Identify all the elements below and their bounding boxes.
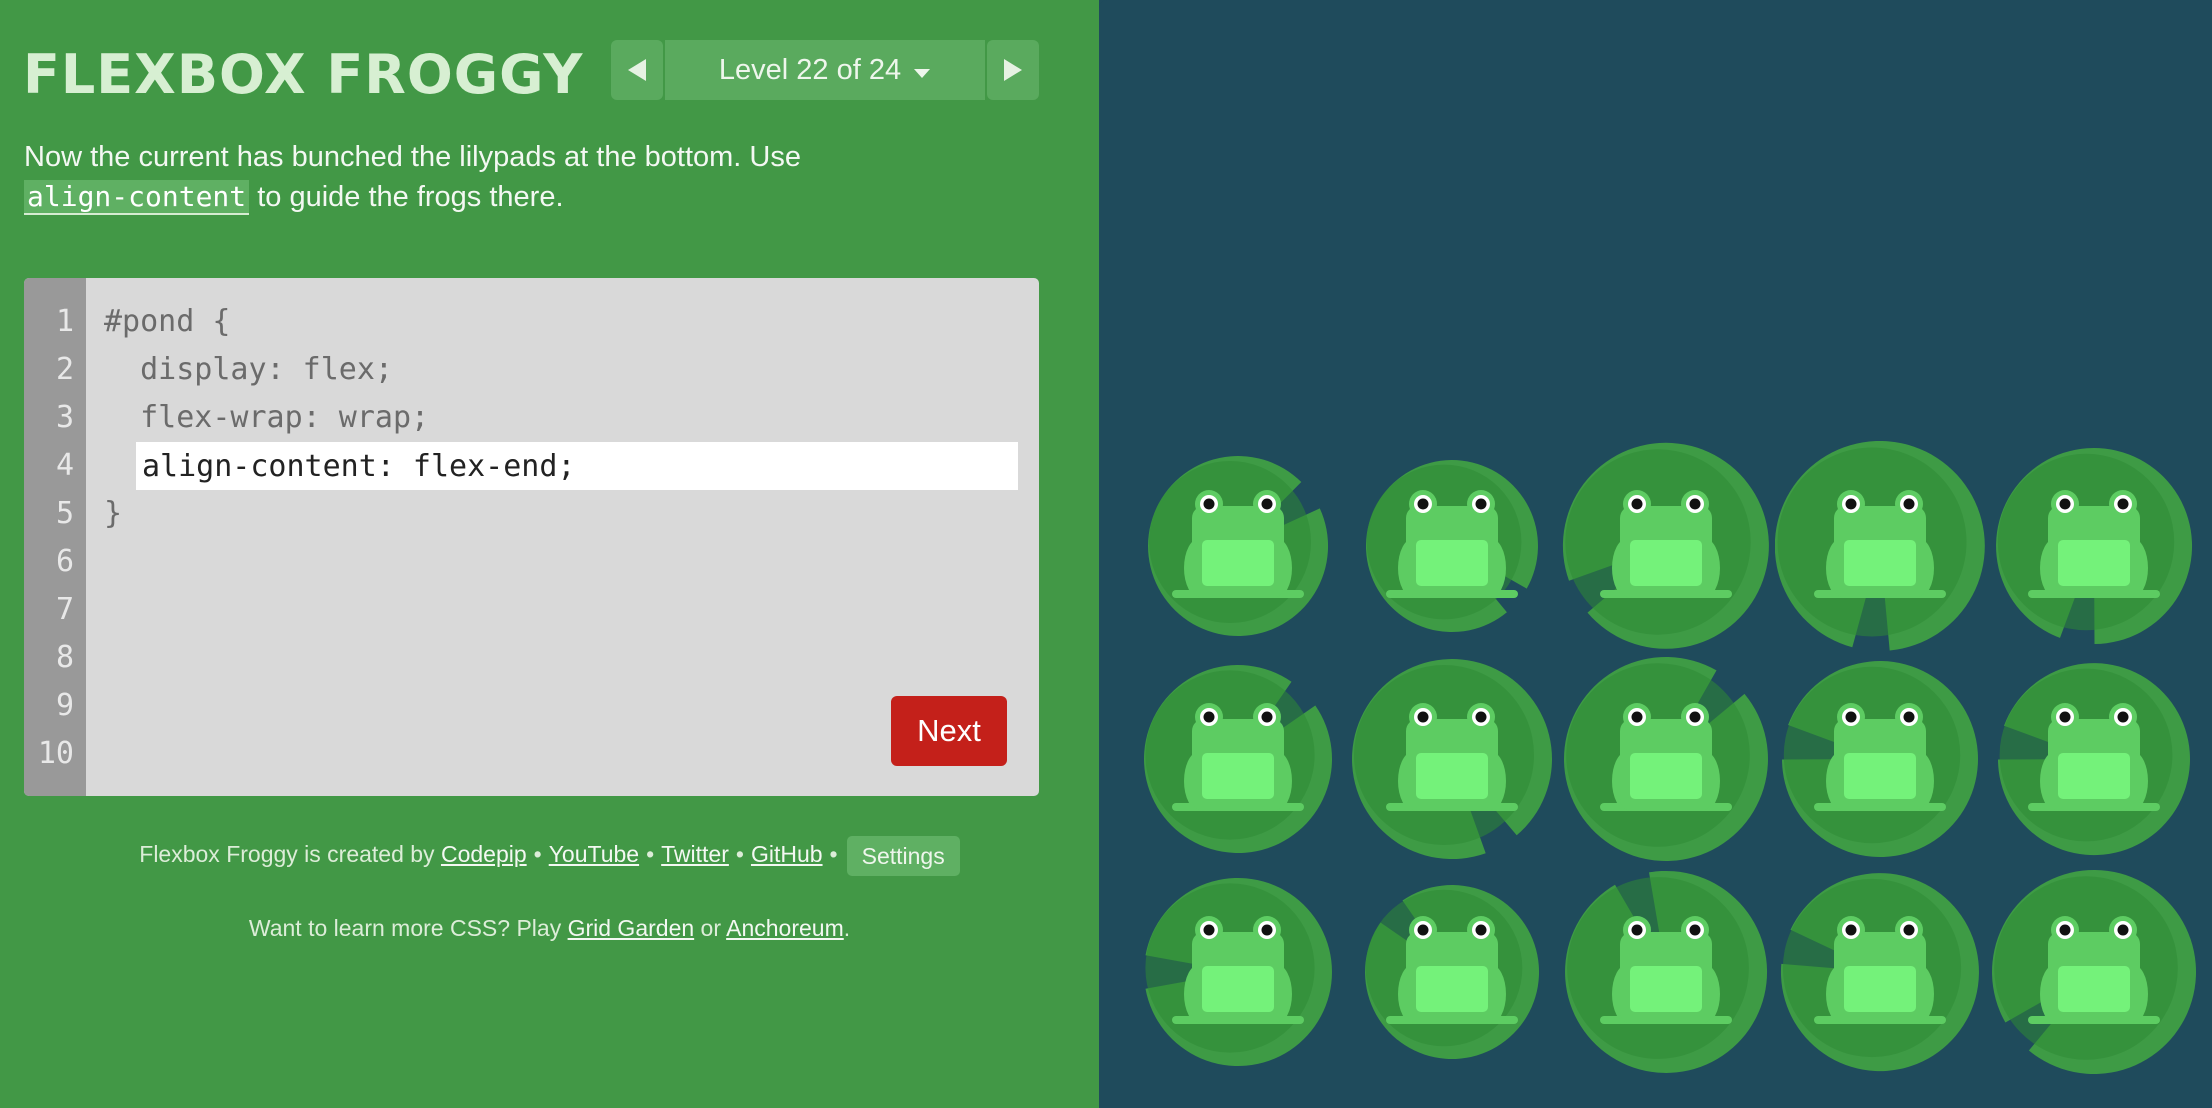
line-number: 4 bbox=[55, 448, 74, 483]
grid-garden-link[interactable]: Grid Garden bbox=[568, 915, 695, 941]
line-number: 1 bbox=[55, 304, 74, 339]
line-number: 8 bbox=[55, 640, 74, 675]
separator: • bbox=[735, 841, 744, 867]
lilypad bbox=[1347, 441, 1557, 651]
previous-level-button[interactable] bbox=[611, 40, 663, 100]
line-number: 2 bbox=[55, 352, 74, 387]
sidebar: FLEXBOX FROGGY Level 22 of 24 Now the cu… bbox=[0, 0, 1099, 1108]
caret-down-icon bbox=[913, 54, 931, 87]
lilypad bbox=[1989, 441, 2199, 651]
lilypad bbox=[1989, 654, 2199, 864]
learn-more-period: . bbox=[843, 915, 851, 941]
lilypad bbox=[1347, 654, 1557, 864]
youtube-link[interactable]: YouTube bbox=[549, 841, 639, 867]
lilypad bbox=[1133, 867, 1343, 1077]
level-instructions: Now the current has bunched the lilypads… bbox=[24, 138, 844, 217]
next-level-button[interactable] bbox=[987, 40, 1039, 100]
lilypad bbox=[1133, 654, 1343, 864]
code-line-closing-brace: } bbox=[104, 496, 123, 531]
lilypad bbox=[1775, 654, 1985, 864]
line-number: 5 bbox=[55, 496, 74, 531]
line-number: 3 bbox=[55, 400, 74, 435]
code-line-flex-wrap: flex-wrap: wrap; bbox=[104, 400, 430, 435]
app-title: FLEXBOX FROGGY bbox=[23, 43, 584, 106]
lilypad bbox=[1775, 441, 1985, 651]
github-link[interactable]: GitHub bbox=[751, 841, 823, 867]
lilypad bbox=[1989, 867, 2199, 1077]
separator: • bbox=[646, 841, 655, 867]
twitter-link[interactable]: Twitter bbox=[661, 841, 729, 867]
learn-more-or: or bbox=[694, 915, 727, 941]
lilypad bbox=[1561, 867, 1771, 1077]
anchoreum-link[interactable]: Anchoreum bbox=[726, 915, 844, 941]
separator: • bbox=[829, 841, 838, 867]
css-input[interactable] bbox=[136, 442, 1018, 490]
codepip-link[interactable]: Codepip bbox=[441, 841, 527, 867]
line-number-gutter: 1 2 3 4 5 6 7 8 9 10 bbox=[24, 278, 86, 796]
line-number: 6 bbox=[55, 544, 74, 579]
line-number: 7 bbox=[55, 592, 74, 627]
level-dropdown[interactable]: Level 22 of 24 bbox=[665, 40, 985, 100]
level-navigation: Level 22 of 24 bbox=[611, 40, 1039, 100]
settings-button[interactable]: Settings bbox=[846, 835, 960, 876]
instruction-text-start: Now the current has bunched the lilypads… bbox=[24, 141, 801, 173]
line-number: 10 bbox=[37, 736, 74, 771]
credits: Flexbox Froggy is created by Codepip • You… bbox=[0, 830, 1099, 878]
line-number: 9 bbox=[55, 688, 74, 723]
property-term[interactable]: align-content bbox=[24, 180, 250, 215]
code-line-display: display: flex; bbox=[104, 352, 393, 387]
css-editor: 1 2 3 4 5 6 7 8 9 10 #pond { display: fl… bbox=[24, 278, 1039, 796]
level-label: Level 22 of 24 bbox=[718, 53, 902, 86]
learn-more-text: Want to learn more CSS? Play bbox=[248, 915, 568, 941]
lilypad bbox=[1561, 654, 1771, 864]
lilypad bbox=[1561, 441, 1771, 651]
separator: • bbox=[533, 841, 542, 867]
triangle-right-icon bbox=[1004, 59, 1022, 81]
triangle-left-icon bbox=[628, 59, 646, 81]
instruction-text-end: to guide the frogs there. bbox=[249, 181, 564, 213]
pond bbox=[1099, 0, 2212, 1108]
lilypad bbox=[1133, 441, 1343, 651]
lilypad bbox=[1347, 867, 1557, 1077]
next-button[interactable]: Next bbox=[891, 696, 1007, 766]
learn-more: Want to learn more CSS? Play Grid Garden… bbox=[0, 904, 1099, 952]
code-line-selector: #pond { bbox=[104, 304, 231, 339]
credits-text: Flexbox Froggy is created by bbox=[139, 841, 441, 867]
lilypad bbox=[1775, 867, 1985, 1077]
